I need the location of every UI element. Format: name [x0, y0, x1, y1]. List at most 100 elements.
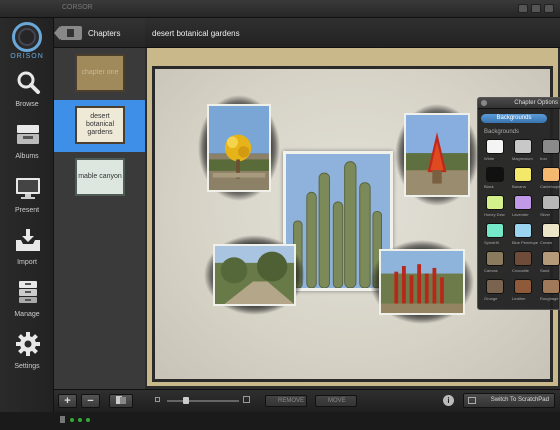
background-swatch[interactable] — [542, 195, 560, 210]
background-swatch[interactable] — [514, 279, 532, 294]
background-swatch[interactable] — [542, 251, 560, 266]
status-grid-icon — [60, 416, 65, 423]
monitor-icon — [16, 178, 40, 199]
chapter-item[interactable]: chapter one — [54, 48, 145, 100]
background-swatch[interactable] — [514, 223, 532, 238]
back-button[interactable] — [54, 26, 82, 40]
background-swatch-label: White — [484, 156, 495, 161]
background-swatch-label: Lavender — [512, 212, 529, 217]
background-swatch[interactable] — [514, 139, 532, 154]
move-button[interactable]: MOVE — [315, 395, 357, 407]
main-nav: ORISON Browse Albums Present Import Mana… — [0, 18, 54, 412]
nav-item-manage[interactable]: Manage — [0, 278, 54, 330]
scratchpad-icon — [468, 397, 476, 404]
remove-button-label: REMOVE — [278, 398, 305, 404]
nav-label-albums: Albums — [15, 153, 39, 160]
zoom-in-icon[interactable] — [243, 396, 250, 403]
background-swatch[interactable] — [486, 251, 504, 266]
background-swatch-label: Blue Penelope — [512, 240, 539, 245]
background-swatch[interactable] — [514, 195, 532, 210]
close-button[interactable] — [544, 4, 554, 13]
photo-red-ocotillo[interactable] — [370, 240, 474, 324]
nav-label-browse: Browse — [15, 101, 39, 108]
nav-item-present[interactable]: Present — [0, 174, 54, 226]
chapter-options-title: Chapter Options — [514, 100, 558, 106]
chapters-title: Chapters — [88, 29, 121, 38]
zoom-out-icon[interactable] — [155, 397, 160, 402]
photo-red-glass-sculpture[interactable] — [395, 104, 479, 206]
chapters-header: Chapters — [54, 18, 145, 48]
tab-backgrounds[interactable]: Backgrounds — [481, 114, 547, 123]
background-swatch-label: Cream — [540, 240, 553, 245]
nav-item-albums[interactable]: Albums — [0, 120, 54, 172]
background-swatch[interactable] — [486, 195, 504, 210]
background-swatch[interactable] — [486, 139, 504, 154]
add-chapter-button[interactable]: + — [58, 394, 77, 408]
red-ocotillo-image — [381, 251, 463, 313]
background-swatch-label: Banana — [512, 184, 526, 189]
background-swatch-label: Canteloupe — [540, 184, 560, 189]
file-cabinet-icon — [19, 281, 37, 303]
nav-label-present: Present — [14, 207, 40, 214]
scratchpad-label: Switch To ScratchPad — [490, 397, 549, 403]
background-swatch-label: Black — [484, 184, 494, 189]
background-swatch[interactable] — [542, 279, 560, 294]
chapters-toolbar: + − — [54, 389, 145, 412]
chapters-panel: Chapters chapter one desert botanical ga… — [54, 18, 145, 412]
photo-yellow-glass-sculpture[interactable] — [198, 95, 280, 201]
window-titlebar: CORSOR — [0, 0, 560, 18]
remove-chapter-button[interactable]: − — [81, 394, 100, 408]
backgrounds-section-label: Backgrounds — [484, 129, 520, 135]
background-swatch[interactable] — [486, 279, 504, 294]
minimize-button[interactable] — [518, 4, 528, 13]
background-swatch-label: Grunge — [484, 296, 498, 301]
nav-item-browse[interactable]: Browse — [0, 68, 54, 120]
background-swatch[interactable] — [542, 167, 560, 182]
background-swatch-label: Spindrift — [484, 240, 499, 245]
status-dot — [78, 418, 82, 422]
zoom-slider[interactable] — [167, 397, 239, 404]
app-logo-text: ORISON — [10, 53, 44, 60]
close-panel-button[interactable] — [481, 100, 487, 106]
nav-item-settings[interactable]: Settings — [0, 330, 54, 382]
gear-icon — [16, 332, 40, 356]
background-swatch-label: Silver — [540, 212, 551, 217]
canvas-toolbar: REMOVE MOVE i Switch To ScratchPad — [145, 389, 560, 412]
photo-image — [207, 104, 271, 192]
status-dot — [70, 418, 74, 422]
chapter-item-selected[interactable]: desert botanical gardens — [54, 100, 145, 152]
background-swatch[interactable] — [514, 251, 532, 266]
move-button-label: MOVE — [328, 398, 346, 404]
photo-image — [404, 113, 470, 197]
zoom-slider-thumb[interactable] — [183, 397, 189, 404]
document-header: desert botanical gardens — [145, 18, 560, 48]
photo-image — [213, 244, 296, 306]
nav-label-import: Import — [17, 259, 37, 266]
nav-item-import[interactable]: Import — [0, 226, 54, 278]
background-swatch[interactable] — [486, 167, 504, 182]
switch-to-scratchpad-button[interactable]: Switch To ScratchPad — [463, 393, 555, 408]
background-swatch[interactable] — [514, 167, 532, 182]
chapter-card-label: chapter one — [75, 54, 125, 92]
nav-label-manage: Manage — [14, 311, 40, 318]
chapter-options-panel: Chapter Options Backgrounds Backgrounds … — [477, 97, 560, 310]
app-logo — [12, 22, 42, 52]
maximize-button[interactable] — [531, 4, 541, 13]
remove-button[interactable]: REMOVE — [265, 395, 307, 407]
chapter-item[interactable]: mable canyon — [54, 152, 145, 204]
background-swatch-label: Sand — [540, 268, 550, 273]
chapter-card-label: desert botanical gardens — [75, 106, 125, 144]
desert-path-image — [215, 246, 294, 304]
red-sculpture-image — [406, 115, 468, 195]
background-swatch[interactable] — [542, 139, 560, 154]
background-swatch-label: Magnesium — [512, 156, 533, 161]
photo-image — [379, 249, 465, 315]
chapter-pages-button[interactable] — [109, 394, 133, 408]
tray-icon — [17, 125, 39, 144]
photo-desert-path[interactable] — [204, 235, 305, 315]
background-swatch[interactable] — [486, 223, 504, 238]
info-button[interactable]: i — [443, 395, 454, 406]
status-dot — [86, 418, 90, 422]
nav-label-settings: Settings — [14, 363, 40, 370]
background-swatch[interactable] — [542, 223, 560, 238]
